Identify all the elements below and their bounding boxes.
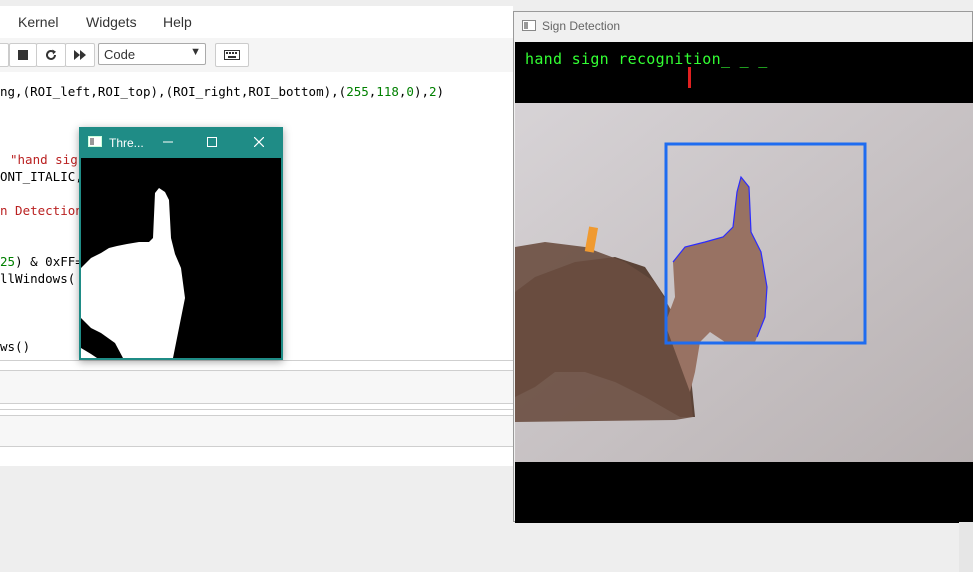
menu-kernel[interactable]: Kernel: [18, 14, 58, 30]
minimize-icon: [163, 141, 173, 143]
close-button[interactable]: [249, 133, 269, 151]
maximize-button[interactable]: [202, 133, 222, 151]
menu-help[interactable]: Help: [163, 14, 192, 30]
camera-feed: hand sign recognition_ _ _: [515, 42, 973, 523]
window-title: Sign Detection: [542, 19, 621, 33]
restart-run-all-button[interactable]: [65, 43, 95, 67]
restart-button[interactable]: [36, 43, 66, 67]
keyboard-icon: [224, 50, 240, 60]
code-line[interactable]: 25) & 0xFF=: [0, 254, 83, 269]
menu-widgets[interactable]: Widgets: [86, 14, 137, 30]
thresholded-window[interactable]: Thre...: [79, 127, 283, 360]
code-line[interactable]: ONT_ITALIC,: [0, 169, 83, 184]
code-line[interactable]: "hand sig: [10, 152, 78, 167]
code-line[interactable]: n Detection: [0, 203, 83, 218]
cell-divider: [0, 409, 513, 410]
text-cursor: [688, 67, 691, 88]
cell-type-select[interactable]: Code ▼: [98, 43, 206, 65]
app-icon: [88, 136, 102, 147]
code-line[interactable]: ws(): [0, 339, 30, 354]
code-line[interactable]: llWindows(: [0, 271, 75, 286]
fast-forward-icon: [74, 50, 86, 60]
window-title: Thre...: [109, 136, 144, 150]
code-cell[interactable]: [0, 415, 513, 447]
cell-divider: [0, 360, 513, 361]
interrupt-button[interactable]: [9, 43, 37, 67]
code-cell[interactable]: [0, 370, 513, 404]
scrollbar[interactable]: [959, 522, 973, 572]
cell-type-value: Code: [104, 47, 136, 62]
run-button[interactable]: [0, 43, 9, 67]
restart-icon: [46, 49, 56, 60]
minimize-button[interactable]: [158, 133, 178, 151]
recognition-text: hand sign recognition_ _ _: [525, 50, 768, 68]
maximize-icon: [207, 137, 217, 147]
chevron-down-icon: ▼: [190, 46, 201, 58]
menu-bar: Kernel Widgets Help: [0, 6, 513, 39]
code-line[interactable]: ng,(ROI_left,ROI_top),(ROI_right,ROI_bot…: [0, 84, 444, 99]
command-palette-button[interactable]: [215, 43, 249, 67]
camera-frame: [515, 42, 973, 523]
close-icon: [254, 137, 264, 147]
stop-icon: [18, 50, 28, 60]
sign-detection-window[interactable]: Sign Detection hand sign recognition_ _ …: [513, 11, 973, 523]
threshold-image: [81, 158, 281, 358]
hand-mask: [81, 188, 185, 358]
notebook-toolbar: Code ▼: [0, 38, 513, 73]
app-icon: [522, 20, 536, 31]
